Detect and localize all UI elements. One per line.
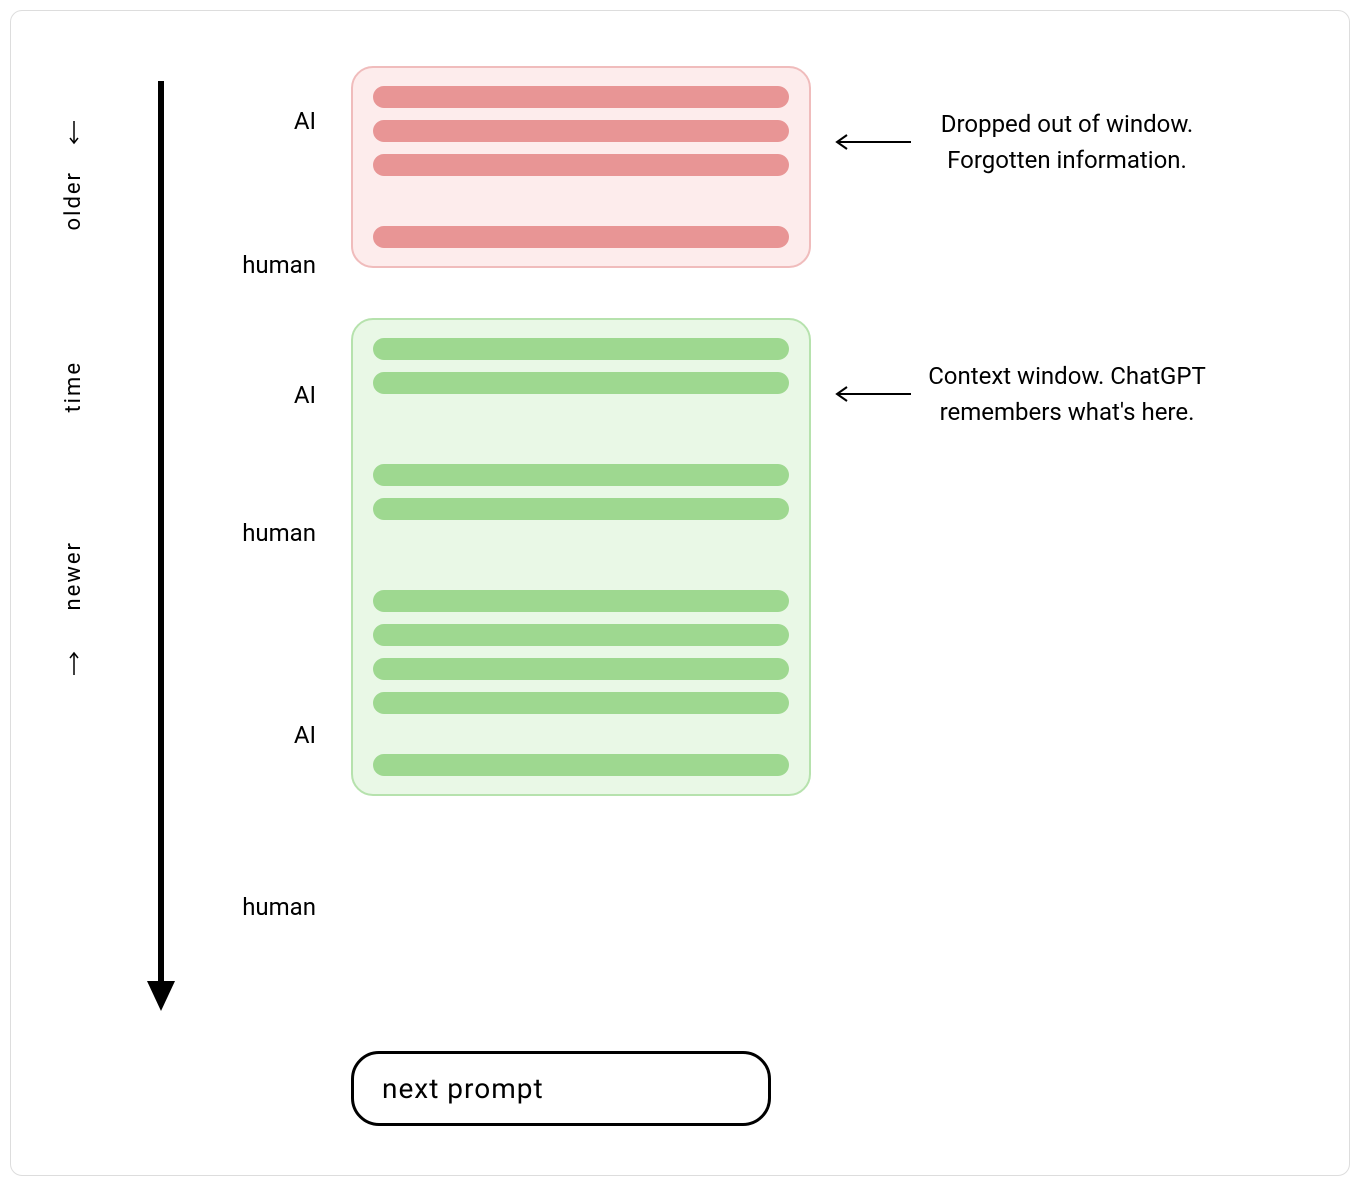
conversation-panels [351, 66, 811, 796]
message-line [373, 120, 789, 142]
axis-label-newer: newer [61, 541, 86, 610]
annotation-text: Context window. ChatGPT remembers what's… [917, 358, 1217, 430]
context-window-panel [351, 318, 811, 796]
message-line [373, 86, 789, 108]
time-arrow-icon [141, 81, 181, 1011]
role-label-ai: AI [294, 381, 316, 409]
annotation-dropped: Dropped out of window. Forgotten informa… [831, 106, 1217, 178]
message-line [373, 590, 789, 612]
axis-down-arrow-icon [61, 651, 86, 675]
axis-up-arrow-icon [61, 121, 86, 145]
diagram-canvas: older time newer AI human AI human AI hu… [10, 10, 1350, 1176]
role-label-ai: AI [294, 721, 316, 749]
message-line [373, 338, 789, 360]
role-label-human: human [242, 251, 316, 279]
prompt-label: next prompt [382, 1072, 544, 1105]
annotation-text: Dropped out of window. Forgotten informa… [917, 106, 1217, 178]
message-group-ai [373, 590, 789, 714]
time-axis: older time newer [61, 81, 141, 1011]
message-line [373, 464, 789, 486]
role-label-human: human [242, 893, 316, 921]
message-line [373, 624, 789, 646]
role-label-ai: AI [294, 107, 316, 135]
annotation-context: Context window. ChatGPT remembers what's… [831, 358, 1217, 430]
arrow-left-icon [831, 132, 911, 152]
role-label-human: human [242, 519, 316, 547]
dropped-window-panel [351, 66, 811, 268]
time-axis-labels: older time newer [61, 81, 89, 1011]
message-group-human [373, 226, 789, 248]
message-line [373, 658, 789, 680]
message-line [373, 154, 789, 176]
message-line [373, 372, 789, 394]
message-group-human [373, 754, 789, 776]
message-line [373, 692, 789, 714]
axis-label-older: older [61, 171, 86, 230]
message-group-human [373, 464, 789, 520]
message-group-ai [373, 86, 789, 176]
next-prompt-input[interactable]: next prompt [351, 1051, 771, 1126]
message-group-ai [373, 338, 789, 394]
axis-label-time: time [61, 361, 86, 413]
message-line [373, 226, 789, 248]
arrow-left-icon [831, 384, 911, 404]
message-line [373, 498, 789, 520]
message-line [373, 754, 789, 776]
